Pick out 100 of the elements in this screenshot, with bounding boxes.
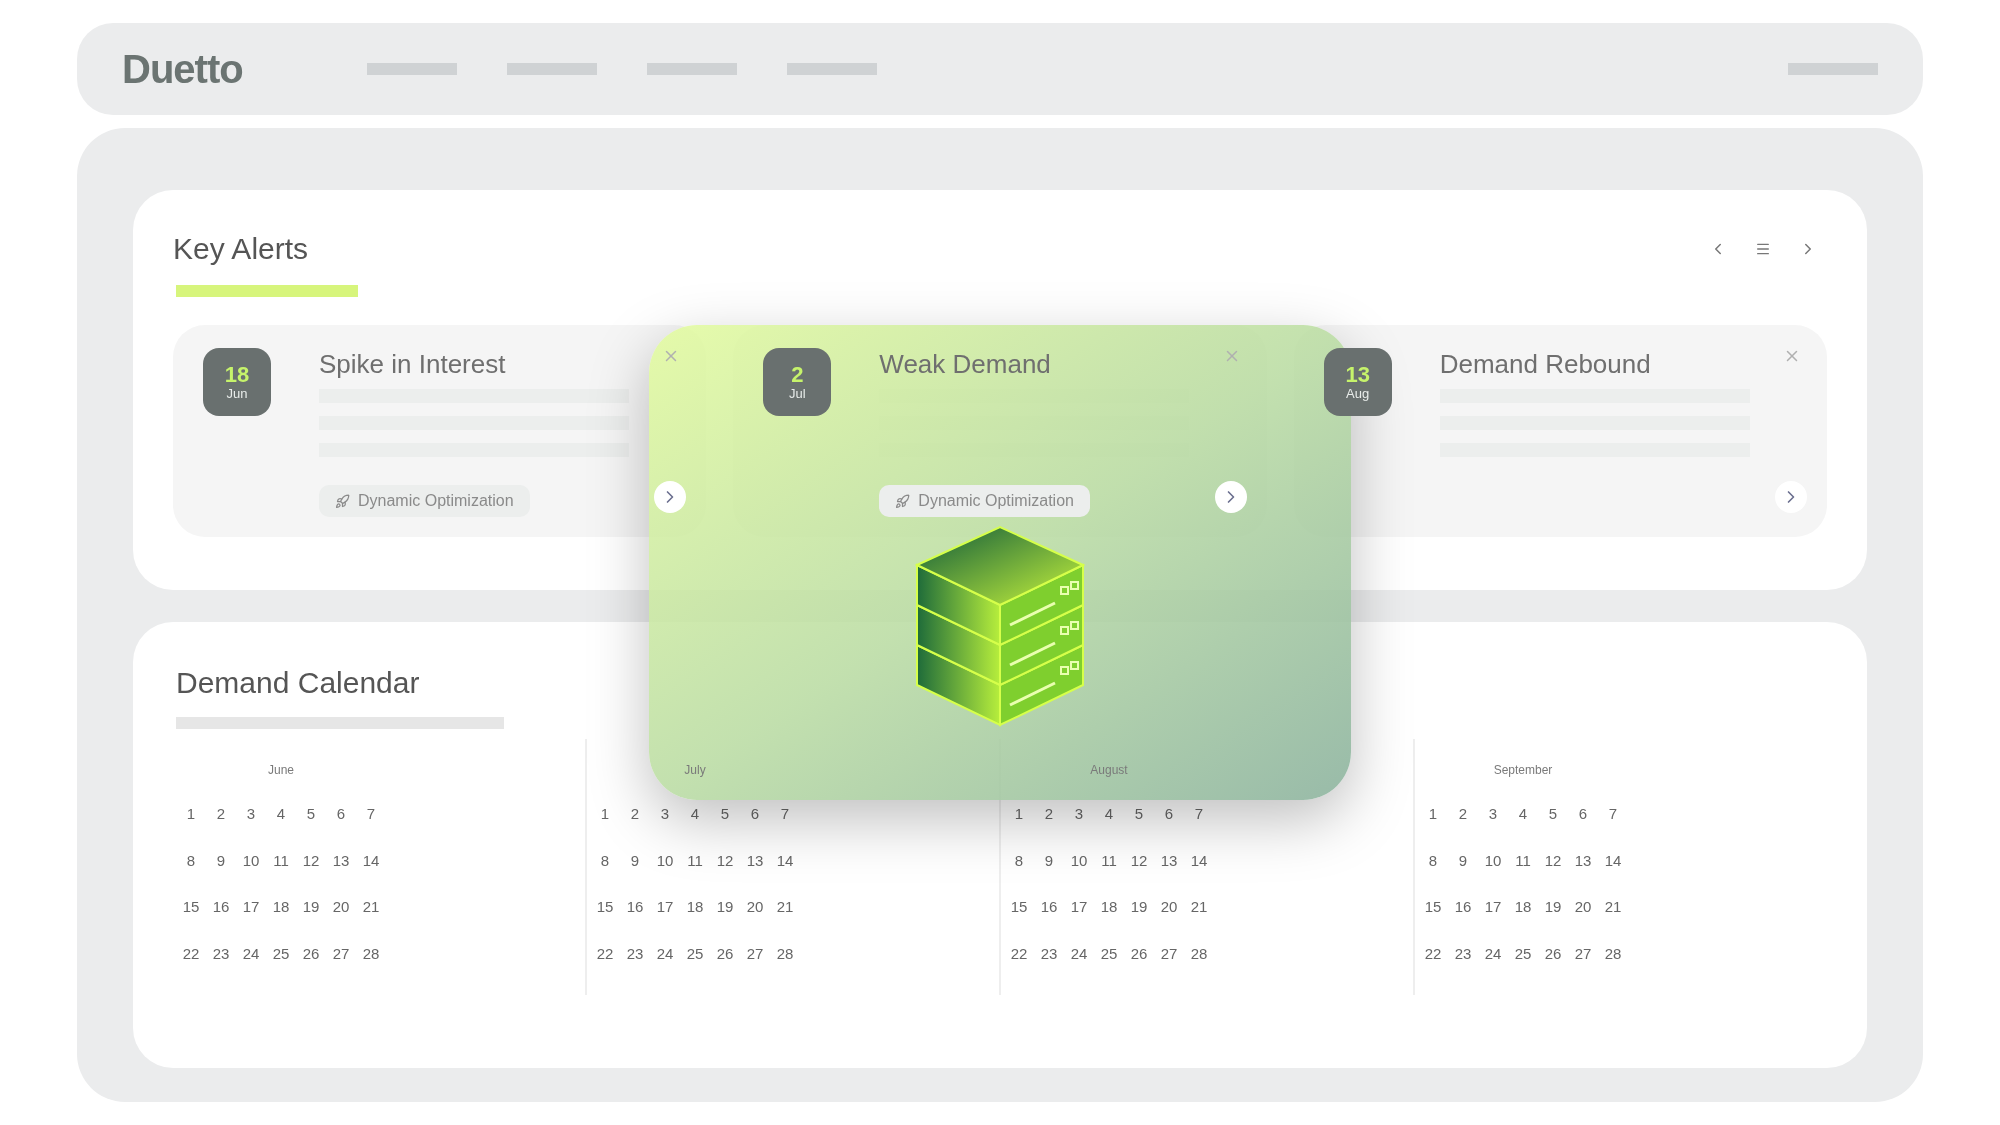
day-number[interactable]: 9 [211,849,231,872]
day-number[interactable]: 5 [1129,803,1149,826]
day-number[interactable]: 23 [1039,942,1059,965]
day-number[interactable]: 10 [241,849,261,872]
day-number[interactable]: 3 [241,803,261,826]
day-number[interactable]: 12 [1543,849,1563,872]
day-number[interactable]: 27 [1159,942,1179,965]
day-number[interactable]: 13 [745,849,765,872]
day-number[interactable]: 27 [1573,942,1593,965]
day-number[interactable]: 22 [1009,942,1029,965]
day-number[interactable]: 16 [625,896,645,919]
day-number[interactable]: 21 [361,896,381,919]
day-number[interactable]: 16 [1453,896,1473,919]
day-number[interactable]: 23 [625,942,645,965]
day-number[interactable]: 19 [301,896,321,919]
day-number[interactable]: 3 [1483,803,1503,826]
day-number[interactable]: 21 [775,896,795,919]
day-number[interactable]: 22 [1423,942,1443,965]
day-number[interactable]: 28 [361,942,381,965]
day-number[interactable]: 7 [775,803,795,826]
day-number[interactable]: 20 [331,896,351,919]
day-number[interactable]: 27 [745,942,765,965]
day-number[interactable]: 25 [1513,942,1533,965]
day-number[interactable]: 26 [1129,942,1149,965]
day-number[interactable]: 10 [1483,849,1503,872]
day-number[interactable]: 26 [1543,942,1563,965]
day-number[interactable]: 21 [1189,896,1209,919]
day-number[interactable]: 11 [271,849,291,872]
day-number[interactable]: 18 [1099,896,1119,919]
day-number[interactable]: 5 [1543,803,1563,826]
day-number[interactable]: 4 [1513,803,1533,826]
day-number[interactable]: 27 [331,942,351,965]
day-number[interactable]: 15 [1423,896,1443,919]
day-number[interactable]: 1 [595,803,615,826]
day-number[interactable]: 22 [595,942,615,965]
day-number[interactable]: 24 [241,942,261,965]
day-number[interactable]: 6 [745,803,765,826]
day-number[interactable]: 17 [655,896,675,919]
day-number[interactable]: 6 [1573,803,1593,826]
day-number[interactable]: 6 [1159,803,1179,826]
day-number[interactable]: 24 [655,942,675,965]
day-number[interactable]: 2 [211,803,231,826]
day-number[interactable]: 17 [241,896,261,919]
day-number[interactable]: 24 [1069,942,1089,965]
day-number[interactable]: 28 [1189,942,1209,965]
day-number[interactable]: 10 [655,849,675,872]
day-number[interactable]: 12 [715,849,735,872]
day-number[interactable]: 20 [1159,896,1179,919]
day-number[interactable]: 6 [331,803,351,826]
day-number[interactable]: 9 [1039,849,1059,872]
day-number[interactable]: 8 [595,849,615,872]
day-number[interactable]: 2 [1453,803,1473,826]
day-number[interactable]: 14 [775,849,795,872]
day-number[interactable]: 4 [685,803,705,826]
day-number[interactable]: 20 [1573,896,1593,919]
day-number[interactable]: 15 [1009,896,1029,919]
day-number[interactable]: 1 [181,803,201,826]
day-number[interactable]: 18 [271,896,291,919]
day-number[interactable]: 11 [1099,849,1119,872]
day-number[interactable]: 16 [211,896,231,919]
day-number[interactable]: 26 [715,942,735,965]
day-number[interactable]: 26 [301,942,321,965]
day-number[interactable]: 14 [361,849,381,872]
day-number[interactable]: 13 [331,849,351,872]
day-number[interactable]: 23 [1453,942,1473,965]
day-number[interactable]: 11 [1513,849,1533,872]
day-number[interactable]: 22 [181,942,201,965]
day-number[interactable]: 1 [1423,803,1443,826]
day-number[interactable]: 9 [625,849,645,872]
day-number[interactable]: 11 [685,849,705,872]
day-number[interactable]: 24 [1483,942,1503,965]
day-number[interactable]: 8 [181,849,201,872]
day-number[interactable]: 25 [685,942,705,965]
day-number[interactable]: 14 [1603,849,1623,872]
day-number[interactable]: 7 [361,803,381,826]
day-number[interactable]: 2 [625,803,645,826]
day-number[interactable]: 4 [271,803,291,826]
day-number[interactable]: 25 [271,942,291,965]
day-number[interactable]: 3 [1069,803,1089,826]
day-number[interactable]: 21 [1603,896,1623,919]
day-number[interactable]: 17 [1069,896,1089,919]
day-number[interactable]: 19 [715,896,735,919]
day-number[interactable]: 28 [1603,942,1623,965]
day-number[interactable]: 25 [1099,942,1119,965]
day-number[interactable]: 14 [1189,849,1209,872]
day-number[interactable]: 16 [1039,896,1059,919]
day-number[interactable]: 2 [1039,803,1059,826]
day-number[interactable]: 13 [1159,849,1179,872]
day-number[interactable]: 5 [715,803,735,826]
day-number[interactable]: 7 [1189,803,1209,826]
day-number[interactable]: 15 [181,896,201,919]
day-number[interactable]: 19 [1129,896,1149,919]
day-number[interactable]: 13 [1573,849,1593,872]
day-number[interactable]: 17 [1483,896,1503,919]
day-number[interactable]: 8 [1423,849,1443,872]
day-number[interactable]: 10 [1069,849,1089,872]
day-number[interactable]: 5 [301,803,321,826]
day-number[interactable]: 1 [1009,803,1029,826]
day-number[interactable]: 15 [595,896,615,919]
day-number[interactable]: 18 [1513,896,1533,919]
